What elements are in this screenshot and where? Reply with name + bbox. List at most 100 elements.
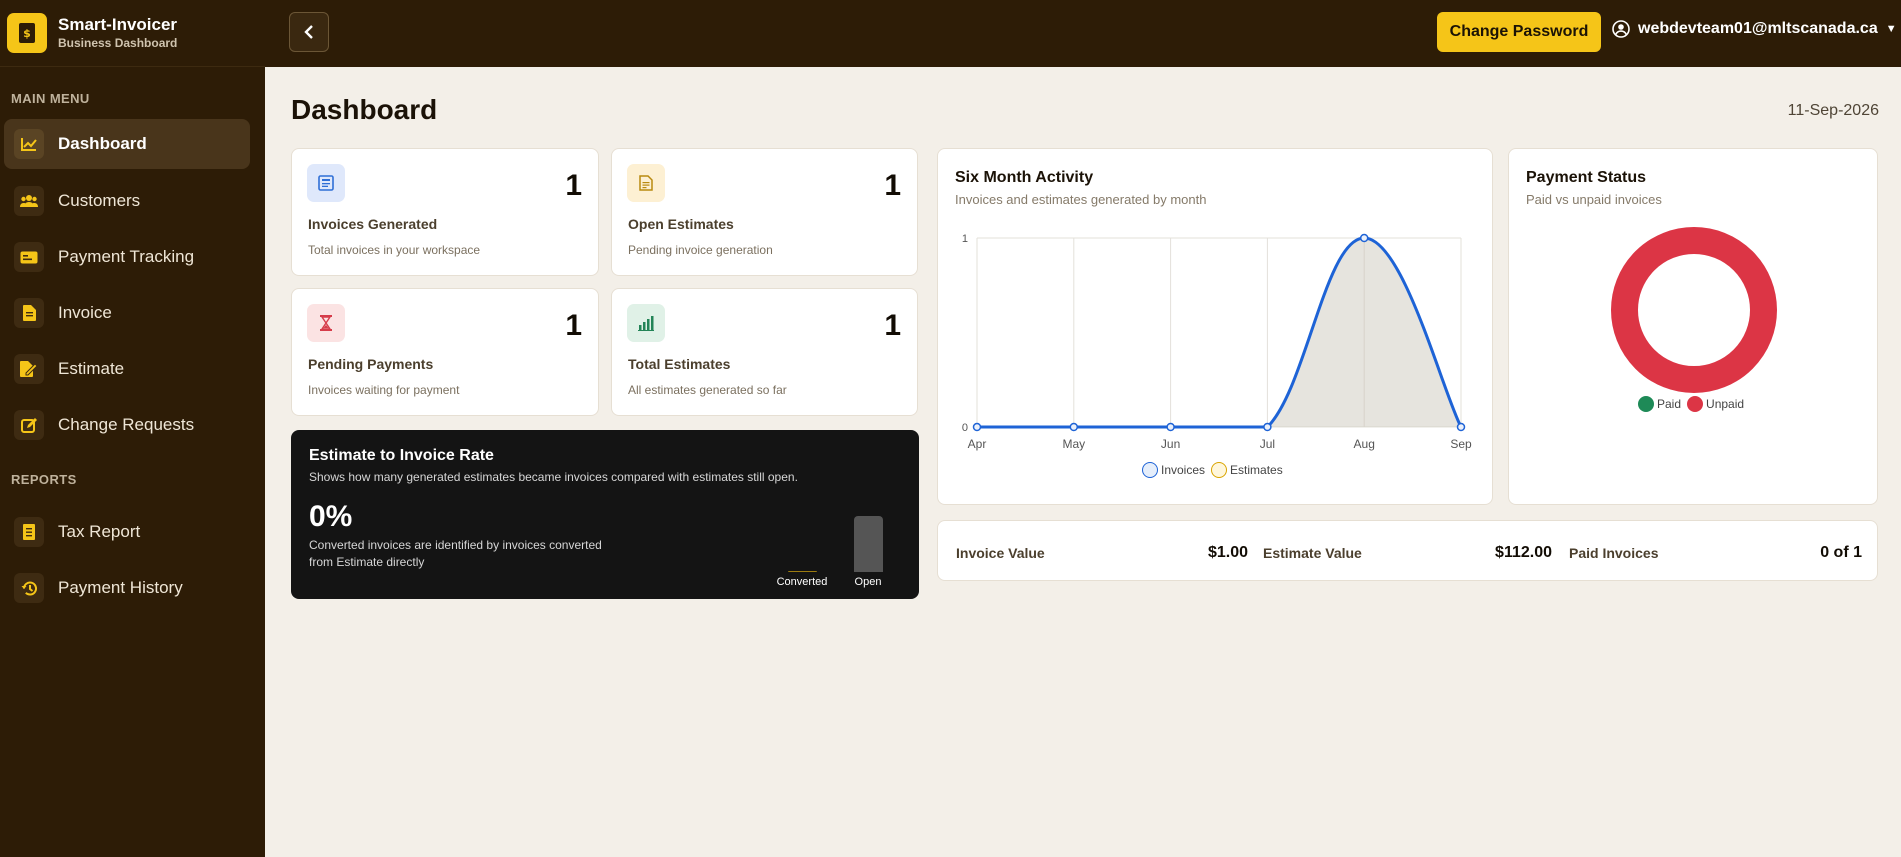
data-point[interactable]: [1456, 422, 1466, 432]
summary-label-invoice-value: Invoice Value: [956, 545, 1045, 561]
estimate-to-invoice-rate-card: Estimate to Invoice Rate Shows how many …: [291, 430, 919, 599]
summary-label-paid-invoices: Paid Invoices: [1569, 545, 1659, 561]
history-icon: [14, 573, 44, 603]
rate-description: Converted invoices are identified by inv…: [309, 538, 602, 569]
legend-swatch: [1687, 396, 1704, 412]
edit-icon: [14, 410, 44, 440]
payment-donut-chart: [1611, 227, 1777, 393]
payment-status-card: Payment Status Paid vs unpaid invoices P…: [1508, 148, 1878, 505]
data-point[interactable]: [1359, 233, 1369, 243]
stat-card-open-estimates[interactable]: 1 Open Estimates Pending invoice generat…: [611, 148, 918, 276]
sidebar-item-tax-report[interactable]: Tax Report: [4, 507, 250, 557]
summary-label-estimate-value: Estimate Value: [1263, 545, 1362, 561]
stat-card-total-estimates[interactable]: 1 Total Estimates All estimates generate…: [611, 288, 918, 416]
stat-value: 1: [884, 169, 901, 202]
summary-card: Invoice Value $1.00 Estimate Value $112.…: [937, 520, 1878, 581]
svg-text:$: $: [23, 27, 31, 40]
chart-line-icon: [14, 129, 44, 159]
legend-item[interactable]: Invoices: [1142, 462, 1205, 478]
summary-value-estimate-value: $112.00: [1495, 544, 1552, 561]
sidebar-toggle-button[interactable]: [289, 12, 329, 52]
file-invoice-icon: [14, 298, 44, 328]
rate-subtitle: Shows how many generated estimates becam…: [309, 470, 798, 484]
sidebar-item-label: Change Requests: [58, 415, 195, 434]
legend-swatch: [1142, 462, 1158, 478]
x-tick-label: Aug: [1354, 437, 1375, 451]
stat-title: Total Estimates: [628, 356, 731, 372]
reports-label: REPORTS: [11, 472, 77, 487]
summary-value-paid-invoices: 0 of 1: [1820, 544, 1862, 561]
rate-bar-label: Open: [854, 576, 882, 588]
sidebar-item-payment-history[interactable]: Payment History: [4, 563, 250, 613]
data-point[interactable]: [972, 422, 982, 432]
stat-subtitle: Total invoices in your workspace: [308, 243, 481, 257]
brand-title: Smart-Invoicer: [58, 15, 178, 34]
bar-chart-icon: [627, 304, 665, 342]
change-password-button[interactable]: Change Password: [1437, 12, 1601, 52]
stat-title: Pending Payments: [308, 356, 434, 372]
file-signature-icon: [14, 354, 44, 384]
user-email: webdevteam01@mltscanada.ca: [1638, 20, 1878, 37]
y-tick-label: 1: [962, 233, 968, 245]
brand-logo-icon: $: [7, 13, 47, 53]
rate-bar-label: Converted: [776, 576, 828, 588]
users-icon: [14, 186, 44, 216]
legend-item[interactable]: Estimates: [1211, 462, 1283, 478]
brand-subtitle: Business Dashboard: [58, 36, 178, 50]
sidebar-item-label: Payment Tracking: [58, 247, 195, 266]
page-title: Dashboard: [291, 94, 438, 125]
stat-card-pending-payments[interactable]: 1 Pending Payments Invoices waiting for …: [291, 288, 599, 416]
page-date: 11-Sep-2026: [1787, 102, 1879, 119]
activity-legend: Invoices Estimates: [1142, 462, 1289, 478]
stat-card-invoices-generated[interactable]: 1 Invoices Generated Total invoices in y…: [291, 148, 599, 276]
six-month-activity-card: Six Month Activity Invoices and estimate…: [937, 148, 1493, 505]
sidebar-item-label: Estimate: [58, 359, 125, 378]
legend-item[interactable]: Paid: [1638, 396, 1681, 412]
caret-down-icon: ▼: [1885, 23, 1897, 35]
sidebar-item-label: Invoice: [58, 303, 112, 322]
legend-label: Unpaid: [1706, 397, 1745, 411]
sidebar-item-label: Dashboard: [58, 134, 147, 153]
x-tick-label: Sep: [1450, 437, 1472, 451]
stat-value: 1: [884, 309, 901, 342]
activity-chart: 0 1 Apr May Jun Jul Aug Sep: [962, 233, 1472, 451]
sidebar-item-change-requests[interactable]: Change Requests: [4, 400, 250, 450]
stat-value: 1: [565, 169, 582, 202]
chevron-left-icon: [304, 25, 313, 39]
data-point[interactable]: [1263, 422, 1272, 432]
sidebar-item-invoice[interactable]: Invoice: [4, 288, 250, 338]
stat-title: Invoices Generated: [308, 216, 438, 232]
brand[interactable]: $ Smart-Invoicer Business Dashboard: [0, 0, 265, 67]
legend-label: Estimates: [1230, 463, 1283, 477]
document-icon: [627, 164, 665, 202]
hourglass-icon: [307, 304, 345, 342]
legend-swatch: [1211, 462, 1228, 478]
main-menu-label: MAIN MENU: [11, 91, 90, 106]
x-tick-label: Jun: [1161, 437, 1180, 451]
stat-subtitle: Invoices waiting for payment: [308, 383, 460, 397]
stat-value: 1: [565, 309, 582, 342]
receipt-icon: [14, 517, 44, 547]
sidebar-item-payment-tracking[interactable]: Payment Tracking: [4, 232, 250, 282]
legend-item[interactable]: Unpaid: [1687, 396, 1744, 412]
data-point[interactable]: [1166, 422, 1175, 432]
x-tick-label: May: [1062, 437, 1085, 451]
user-menu-dropdown[interactable]: webdevteam01@mltscanada.ca ▼: [1612, 20, 1897, 38]
legend-swatch: [1638, 396, 1654, 412]
data-point[interactable]: [1069, 422, 1079, 432]
x-tick-label: Jul: [1260, 437, 1275, 451]
sidebar-item-label: Customers: [58, 191, 141, 210]
sidebar-item-dashboard[interactable]: Dashboard: [4, 119, 250, 169]
summary-value-invoice-value: $1.00: [1207, 544, 1248, 561]
donut-slice-unpaid[interactable]: [1611, 227, 1777, 393]
sidebar-item-customers[interactable]: Customers: [4, 176, 250, 226]
legend-label: Paid: [1657, 397, 1682, 411]
sidebar-item-label: Tax Report: [58, 522, 141, 541]
rate-value: 0%: [309, 500, 353, 533]
sidebar-item-estimate[interactable]: Estimate: [4, 344, 250, 394]
legend-label: Invoices: [1161, 463, 1206, 477]
x-tick-label: Apr: [968, 437, 987, 451]
invoice-icon: [307, 164, 345, 202]
user-circle-icon: [1612, 20, 1630, 38]
stat-subtitle: Pending invoice generation: [628, 243, 773, 257]
